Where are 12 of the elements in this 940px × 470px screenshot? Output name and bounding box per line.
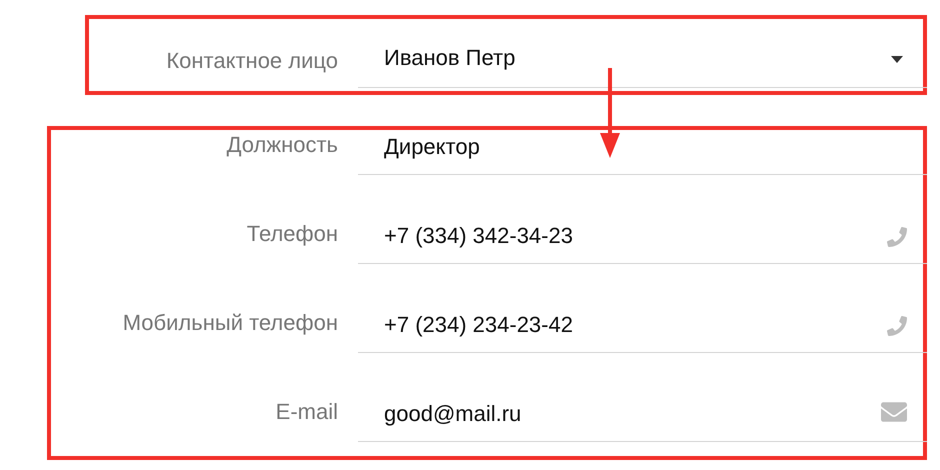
field-label: Должность — [226, 132, 338, 159]
input-field[interactable]: good@mail.ru — [358, 382, 927, 442]
input-field[interactable]: +7 (334) 342-34-23 — [358, 204, 927, 264]
field-label: Мобильный телефон — [122, 310, 338, 337]
contact-dropdown[interactable]: Иванов Петр — [358, 19, 927, 88]
input-field[interactable]: +7 (234) 234-23-42 — [358, 293, 927, 353]
field-label: Контактное лицо — [166, 48, 338, 75]
phone-icon — [887, 316, 907, 336]
field-label: E-mail — [276, 399, 338, 426]
dropdown-caret-icon[interactable] — [891, 56, 903, 63]
phone-icon — [887, 227, 907, 247]
field-label: Телефон — [246, 221, 338, 248]
